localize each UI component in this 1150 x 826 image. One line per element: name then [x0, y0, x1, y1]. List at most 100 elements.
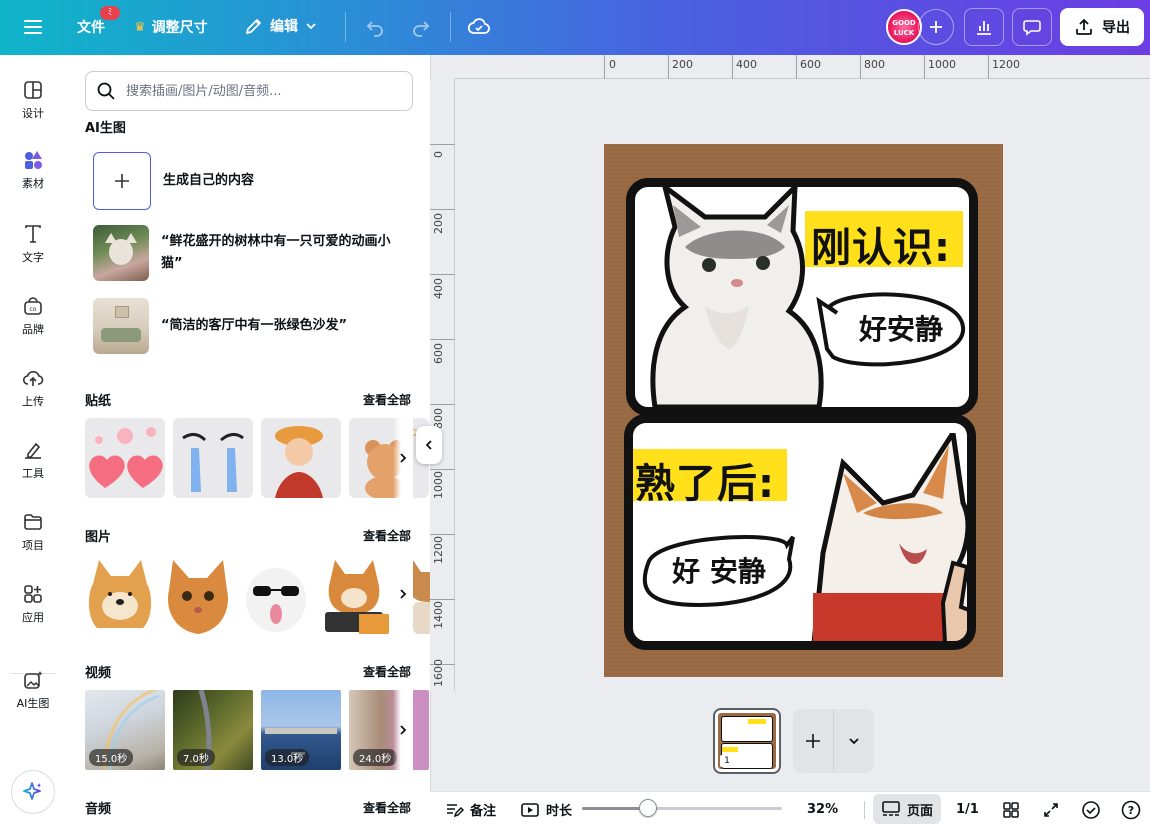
rail-item-projects[interactable]: 项目 [0, 511, 66, 553]
top-bubble-text[interactable]: 好安静 [831, 305, 969, 351]
redo-button[interactable] [410, 16, 432, 38]
menu-icon[interactable] [22, 16, 44, 38]
rail-item-ai-image[interactable]: AI生图 [0, 669, 66, 711]
folder-icon [24, 514, 42, 530]
add-page-group [793, 709, 874, 773]
photo-shiba-laptop[interactable] [319, 554, 389, 634]
rail-item-brand[interactable]: co 品牌 [0, 295, 66, 337]
rail-item-elements[interactable]: 素材 [0, 149, 66, 191]
avatar[interactable]: GOOD LUCK [886, 9, 922, 45]
meme-panel-bottom[interactable]: 熟了后: 好 安静 [624, 414, 976, 650]
search-box[interactable] [85, 71, 413, 111]
divider [345, 12, 346, 42]
ruler-label: 1400 [432, 601, 445, 629]
magic-assistant-button[interactable] [11, 770, 55, 814]
rail-label: 应用 [22, 611, 44, 624]
video-forest-road[interactable]: 7.0秒 [173, 690, 253, 770]
plus-icon [806, 734, 820, 748]
grid-view-button[interactable] [1002, 792, 1020, 826]
save-status-button[interactable] [467, 15, 491, 39]
photo-orange-cat[interactable] [163, 554, 233, 634]
rail-item-apps[interactable]: 应用 [0, 583, 66, 625]
sticker-crying-eyes[interactable] [173, 418, 253, 498]
collapse-panel-button[interactable] [416, 426, 442, 464]
videos-next-button[interactable] [393, 690, 413, 770]
zoom-value[interactable]: 32% [807, 792, 838, 826]
insights-button[interactable] [964, 8, 1004, 46]
generate-own-button[interactable]: 生成自己的内容 [93, 152, 403, 210]
pencil-icon [246, 19, 261, 34]
see-all-videos-link[interactable]: 查看全部 [363, 663, 411, 680]
left-rail: 设计 素材 文字 co 品牌 上传 工具 项目 应用 AI生图 [0, 55, 66, 826]
layout-icon [24, 81, 42, 99]
comment-icon [1023, 20, 1041, 36]
help-button[interactable]: ? [1121, 792, 1141, 826]
file-menu[interactable]: 文件 [77, 17, 105, 37]
rail-item-tools[interactable]: 工具 [0, 439, 66, 481]
meme-panel-top[interactable]: 刚认识: 好安静 [626, 178, 978, 416]
zoom-slider-knob[interactable] [638, 799, 657, 817]
ai-item-label: “鲜花盛开的树林中有一只可爱的动画小猫” [161, 234, 391, 271]
duration-button[interactable]: 时长 [520, 792, 572, 826]
video-rainbow-waterfall[interactable]: 15.0秒 [85, 690, 165, 770]
rail-item-upload[interactable]: 上传 [0, 367, 66, 409]
sticker-hearts[interactable] [85, 418, 165, 498]
zoom-slider-fill [582, 807, 648, 810]
video-harbor-city[interactable]: 13.0秒 [261, 690, 341, 770]
photo-shiba[interactable] [85, 554, 155, 634]
divider [864, 801, 865, 819]
ai-section-title: AI生图 [85, 121, 126, 136]
zoom-slider[interactable] [582, 799, 782, 817]
help-glyph: ? [1128, 804, 1134, 817]
comments-button[interactable] [1012, 8, 1052, 46]
chevron-right-icon [400, 725, 407, 735]
check-button[interactable] [1081, 792, 1101, 826]
redo-icon [413, 21, 430, 37]
upload-share-icon [1076, 18, 1092, 35]
ruler-label: 0 [609, 58, 616, 71]
search-input[interactable] [126, 83, 396, 99]
photo-dog-sunglasses[interactable] [241, 554, 311, 634]
fullscreen-button[interactable] [1042, 792, 1060, 826]
photos-next-button[interactable] [393, 554, 413, 634]
add-page-button[interactable] [793, 709, 834, 773]
kitten-thumbnail [93, 225, 149, 281]
video-duration: 24.0秒 [353, 749, 398, 766]
grid-icon [1003, 801, 1019, 818]
rail-item-design[interactable]: 设计 [0, 79, 66, 121]
add-tile [93, 152, 151, 210]
add-page-options-button[interactable] [834, 709, 874, 773]
notes-button[interactable]: 备注 [444, 792, 496, 826]
design-page[interactable]: 刚认识: 好安静 熟了后: 好 安静 [604, 144, 1003, 677]
stickers-next-button[interactable] [393, 418, 413, 498]
export-button[interactable]: 导出 [1060, 8, 1144, 46]
pages-view-button[interactable]: 页面 [873, 794, 941, 824]
ruler-label: 1600 [432, 659, 445, 687]
ai-item-label: 生成自己的内容 [163, 173, 255, 188]
rail-label: 工具 [22, 467, 44, 480]
ai-suggestion-kitten[interactable]: “鲜花盛开的树林中有一只可爱的动画小猫” [93, 225, 401, 281]
page-thumbnail-preview: 1 [718, 713, 776, 769]
photos-row [85, 554, 430, 634]
see-all-photos-link[interactable]: 查看全部 [363, 527, 411, 544]
see-all-stickers-link[interactable]: 查看全部 [363, 391, 411, 408]
top-title-text[interactable]: 刚认识: [811, 215, 951, 273]
rail-item-text[interactable]: 文字 [0, 223, 66, 265]
ai-suggestion-sofa[interactable]: “简洁的客厅中有一张绿色沙发” [93, 298, 401, 354]
undo-button[interactable] [364, 16, 386, 38]
sticker-woman-hat[interactable] [261, 418, 341, 498]
page-count[interactable]: 1/1 [956, 792, 979, 826]
shiba-image [88, 560, 152, 628]
bottom-title-text[interactable]: 熟了后: [635, 451, 775, 509]
edit-mode-button[interactable]: 编辑 [244, 16, 318, 36]
resize-button[interactable]: ♛ 调整尺寸 [134, 17, 208, 37]
rail-label: 设计 [22, 107, 44, 120]
ruler-label: 400 [736, 58, 757, 71]
video-duration: 15.0秒 [89, 749, 134, 766]
apps-icon [24, 585, 42, 603]
share-add-button[interactable] [918, 9, 954, 45]
page-thumbnail[interactable]: 1 [713, 708, 781, 774]
see-all-audio-link[interactable]: 查看全部 [363, 799, 411, 816]
bottom-bubble-text[interactable]: 好 安静 [649, 547, 789, 593]
video-person-pink[interactable]: 24.0秒 [349, 690, 429, 770]
